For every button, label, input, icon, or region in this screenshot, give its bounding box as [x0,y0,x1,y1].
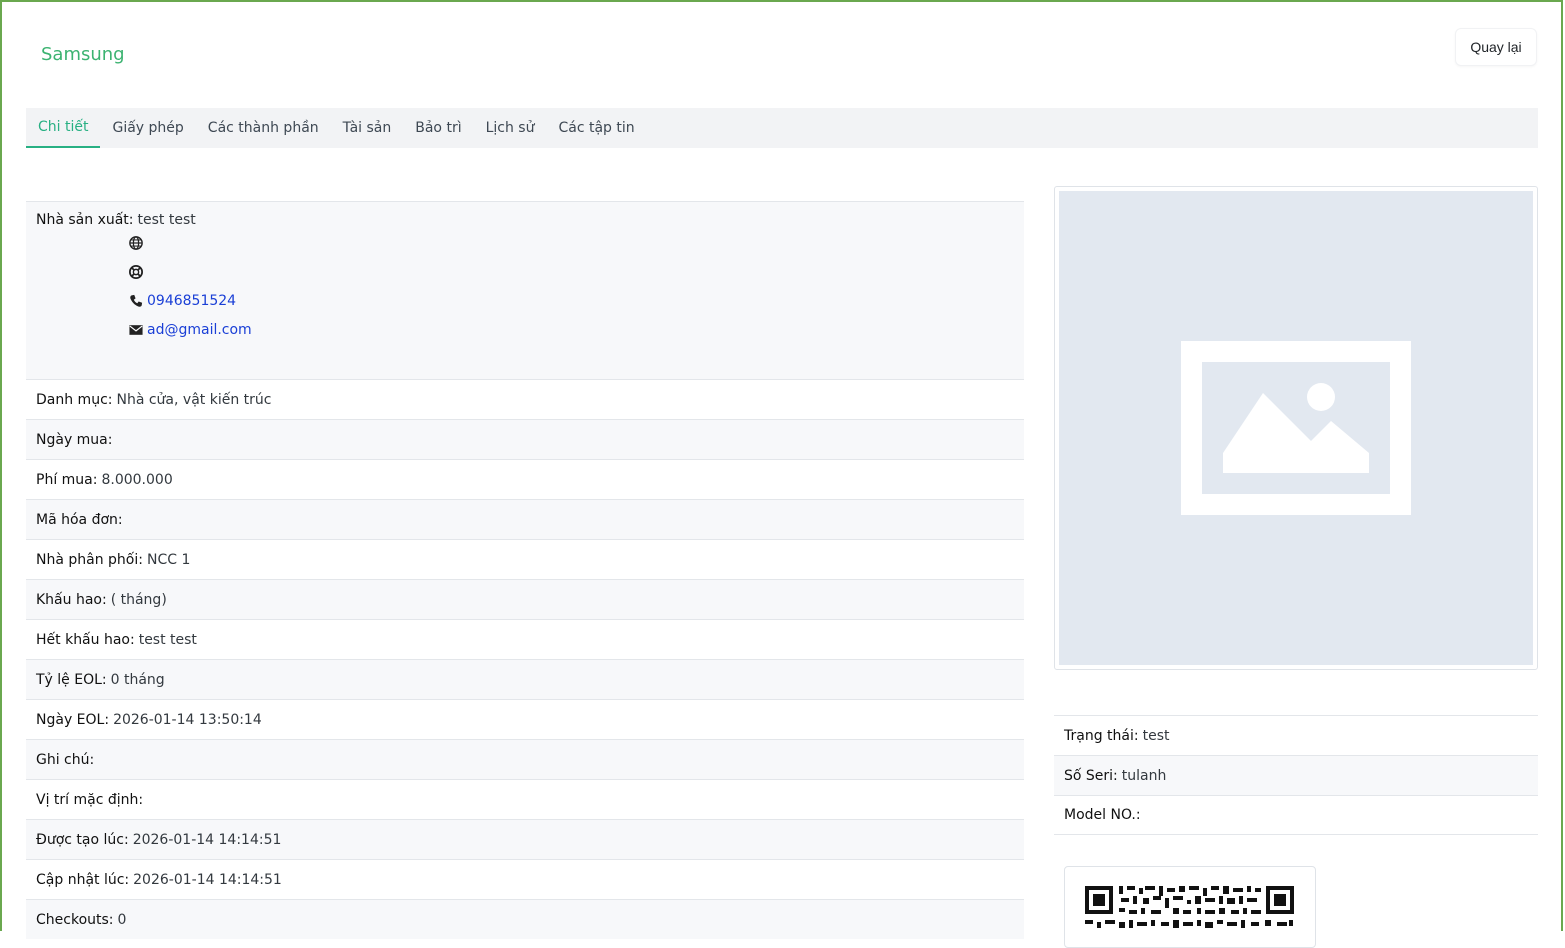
detail-label: Ngày EOL: [36,711,110,728]
detail-row-supplier: Nhà phân phối: NCC 1 [26,539,1024,579]
side-details-table: Trạng thái: test Số Seri: tulanh Model N… [1054,715,1538,835]
tab-bar: Chi tiết Giấy phép Các thành phần Tài sả… [26,108,1538,148]
detail-label: Cập nhật lúc: [36,871,130,888]
tab-details[interactable]: Chi tiết [26,108,101,148]
detail-label: Số Seri: [1064,767,1118,784]
asset-image [1059,191,1533,665]
detail-row-category: Danh mục: Nhà cửa, vật kiến trúc [26,379,1024,419]
manufacturer-label: Nhà sản xuất: [36,212,134,228]
detail-value: 2026-01-14 14:14:51 [132,831,282,848]
detail-row-fully-depreciated: Hết khấu hao: test test [26,619,1024,659]
detail-label: Vị trí mặc định: [36,791,144,808]
tab-history[interactable]: Lịch sử [474,108,547,148]
detail-label: Phí mua: [36,471,98,488]
back-button[interactable]: Quay lại [1455,28,1537,66]
detail-value: test [1142,727,1170,744]
detail-value: Nhà cửa, vật kiến trúc [116,391,272,408]
manufacturer-phone-link[interactable]: 0946851524 [147,293,236,309]
detail-value: ( tháng) [110,591,167,608]
detail-label: Khấu hao: [36,591,107,608]
detail-row-default-location: Vị trí mặc định: [26,779,1024,819]
tab-maintenance[interactable]: Bảo trì [403,108,473,148]
detail-label: Ngày mua: [36,431,113,448]
details-table: Nhà sản xuất: test test 0946851524 ad@gm… [26,201,1024,939]
detail-row-eol-date: Ngày EOL: 2026-01-14 13:50:14 [26,699,1024,739]
detail-value: 0 tháng [110,671,165,688]
manufacturer-row: Nhà sản xuất: test test 0946851524 ad@gm… [26,201,1024,379]
detail-value: NCC 1 [146,551,191,568]
detail-row-invoice: Mã hóa đơn: [26,499,1024,539]
globe-icon[interactable] [128,235,144,251]
envelope-icon [128,322,144,338]
detail-label: Được tạo lúc: [36,831,129,848]
tab-components[interactable]: Các thành phần [196,108,331,148]
detail-label: Danh mục: [36,391,113,408]
side-row-serial: Số Seri: tulanh [1054,755,1538,795]
detail-row-checkouts: Checkouts: 0 [26,899,1024,939]
manufacturer-value: test test [137,212,196,228]
detail-row-updated-at: Cập nhật lúc: 2026-01-14 14:14:51 [26,859,1024,899]
manufacturer-email-link[interactable]: ad@gmail.com [147,322,252,338]
detail-value: 2026-01-14 14:14:51 [133,871,282,888]
asset-image-panel [1054,186,1538,670]
detail-value: test test [138,631,197,648]
detail-value: 8.000.000 [101,471,173,488]
detail-row-depreciation: Khấu hao: ( tháng) [26,579,1024,619]
lifebuoy-icon[interactable] [128,264,144,280]
detail-row-purchase-date: Ngày mua: [26,419,1024,459]
qr-code-card [1064,866,1316,948]
detail-row-purchase-cost: Phí mua: 8.000.000 [26,459,1024,499]
detail-label: Checkouts: [36,911,114,928]
phone-icon [128,293,144,309]
side-row-status: Trạng thái: test [1054,715,1538,755]
detail-row-notes: Ghi chú: [26,739,1024,779]
detail-value: 0 [117,911,127,928]
tab-licenses[interactable]: Giấy phép [100,108,195,148]
detail-value: 2026-01-14 13:50:14 [113,711,262,728]
detail-label: Mã hóa đơn: [36,511,123,528]
detail-label: Ghi chú: [36,751,95,768]
asset-image-frame [1054,186,1538,670]
detail-label: Nhà phân phối: [36,551,143,568]
side-row-model: Model NO.: [1054,795,1538,835]
qr-code [1085,886,1294,928]
tab-files[interactable]: Các tập tin [546,108,646,148]
detail-row-created-at: Được tạo lúc: 2026-01-14 14:14:51 [26,819,1024,859]
tab-assets[interactable]: Tài sản [331,108,404,148]
detail-label: Model NO.: [1064,807,1141,823]
detail-label: Trạng thái: [1064,727,1139,744]
detail-value: tulanh [1121,767,1167,784]
page-title: Samsung [41,44,125,65]
detail-label: Hết khấu hao: [36,631,135,648]
detail-row-eol-rate: Tỷ lệ EOL: 0 tháng [26,659,1024,699]
detail-label: Tỷ lệ EOL: [36,671,107,688]
image-placeholder-icon [1181,341,1411,515]
